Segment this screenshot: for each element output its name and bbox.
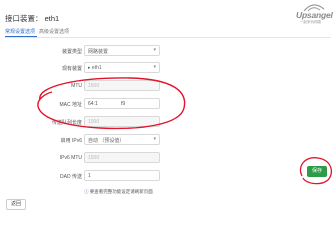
full-functions-hint: ⓘ 要查看完整功能设定请刷新页面 xyxy=(84,189,153,194)
chevron-down-icon: ▾ xyxy=(153,64,156,70)
info-icon: ⓘ xyxy=(84,189,89,194)
mac-address-input[interactable]: 64:1 f9 xyxy=(84,98,160,109)
watermark-logo: Upsangel 一起来玩网路 xyxy=(294,2,333,26)
tabs-divider xyxy=(5,37,331,38)
field-label: MTU xyxy=(71,83,82,89)
save-button[interactable]: 保存 xyxy=(307,166,327,177)
field-label: DAD 传送 xyxy=(60,174,82,180)
form-row-ipv6-mtu: IPv6 MTU 1500 xyxy=(0,152,336,166)
chevron-down-icon: ▾ xyxy=(153,47,156,53)
dad-input[interactable]: 1 xyxy=(84,170,160,181)
device-config-dialog: 接口装置： eth1 Upsangel 一起来玩网路 常规设置选项 高级设置选项… xyxy=(0,0,336,220)
existing-device-select[interactable]: ▸ eth1 ▾ xyxy=(84,62,160,73)
watermark-subtext: 一起来玩网路 xyxy=(300,20,321,24)
field-label: IPv6 MTU xyxy=(59,155,82,161)
form-row-mac-address: MAC 地址 64:1 f9 xyxy=(0,98,336,112)
back-button[interactable]: 返回 xyxy=(6,199,26,210)
device-type-select[interactable]: 网路装置 ▾ xyxy=(84,45,160,56)
mtu-input[interactable]: 1500 xyxy=(84,80,160,91)
field-label: 启用 IPv6 xyxy=(60,138,82,144)
ipv6-mtu-input[interactable]: 1500 xyxy=(84,152,160,163)
form-row-dad: DAD 传送 1 xyxy=(0,170,336,184)
tab-advanced-settings[interactable]: 高级设置选项 xyxy=(39,28,69,35)
form-row-mtu: MTU 1500 xyxy=(0,80,336,94)
form-row-existing-device: 现有装置 ▸ eth1 ▾ xyxy=(0,62,336,76)
field-label: 现有装置 xyxy=(61,66,82,72)
field-label: 装置类型 xyxy=(61,49,82,55)
chevron-down-icon: ▾ xyxy=(153,136,156,142)
form-row-tx-queue: 传送队列长度 1000 xyxy=(0,116,336,130)
watermark-text: Upsangel xyxy=(296,10,333,20)
form-row-enable-ipv6: 启用 IPv6 自动 （预设值） ▾ xyxy=(0,134,336,148)
tab-general-settings[interactable]: 常规设置选项 xyxy=(5,28,35,35)
tx-queue-input[interactable]: 1000 xyxy=(84,116,160,127)
ipv6-mode-select[interactable]: 自动 （预设值） ▾ xyxy=(84,134,160,145)
form-row-device-type: 装置类型 网路装置 ▾ xyxy=(0,45,336,59)
dialog-title: 接口装置： eth1 xyxy=(5,14,60,23)
field-label: MAC 地址 xyxy=(59,102,82,108)
field-label: 传送队列长度 xyxy=(51,120,82,126)
